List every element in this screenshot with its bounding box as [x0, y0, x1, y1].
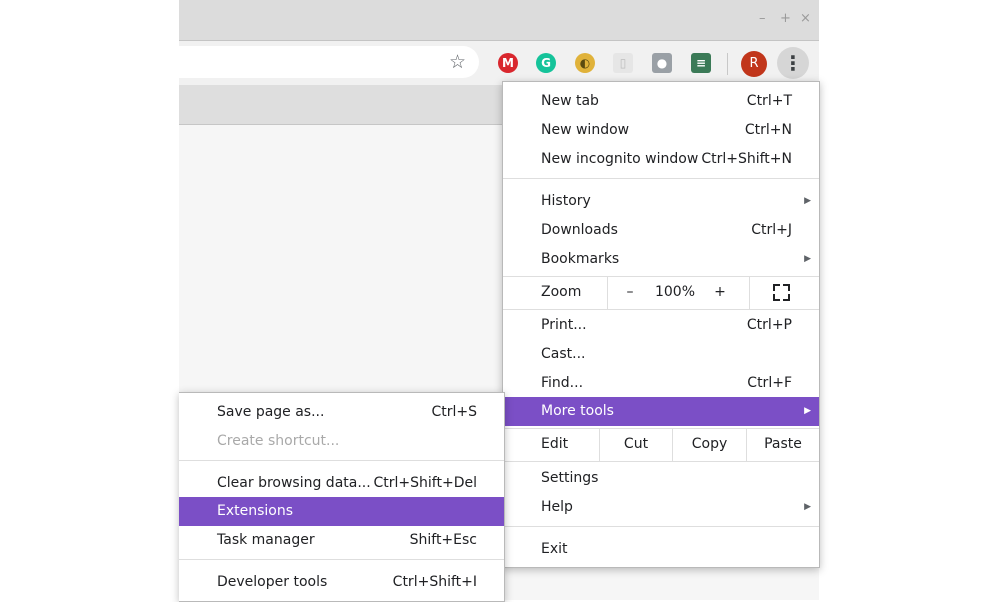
- menu-item-more-tools[interactable]: More tools ▶: [503, 397, 819, 426]
- menu-item-new-incognito[interactable]: New incognito window Ctrl+Shift+N: [503, 145, 819, 174]
- menu-separator: [179, 460, 504, 461]
- avatar[interactable]: R: [741, 51, 767, 77]
- menu-item-shortcut: Ctrl+F: [747, 375, 792, 391]
- menu-item-label: New tab: [541, 93, 599, 109]
- paste-button[interactable]: Paste: [747, 428, 819, 461]
- zoom-level: 100%: [654, 284, 696, 300]
- submenu-item-clear-data[interactable]: Clear browsing data... Ctrl+Shift+Del: [179, 469, 504, 498]
- menu-separator: [179, 559, 504, 560]
- maximize-button[interactable]: +: [780, 10, 791, 28]
- zoom-divider: [749, 276, 750, 309]
- edit-row: Edit Cut Copy Paste: [503, 428, 819, 461]
- menu-separator: [503, 461, 819, 462]
- menu-item-bookmarks[interactable]: Bookmarks ▶: [503, 245, 819, 274]
- menu-item-shortcut: Ctrl+P: [746, 317, 792, 333]
- menu-item-shortcut: Ctrl+T: [746, 93, 792, 109]
- menu-item-cast[interactable]: Cast...: [503, 340, 819, 369]
- submenu-arrow-icon: ▶: [804, 254, 811, 264]
- menu-item-label: Extensions: [217, 503, 294, 519]
- user-extension-icon[interactable]: ●: [652, 53, 672, 73]
- title-bar: – + ×: [179, 0, 819, 41]
- submenu-item-save-page[interactable]: Save page as... Ctrl+S: [179, 398, 504, 427]
- menu-separator: [503, 526, 819, 527]
- menu-item-shortcut: Ctrl+Shift+Del: [373, 475, 477, 491]
- bookmark-star-icon[interactable]: ☆: [449, 49, 466, 75]
- chromecast-extension-icon[interactable]: ◐: [575, 53, 595, 73]
- keep-icon[interactable]: ▯: [613, 53, 633, 73]
- menu-item-shortcut: Ctrl+Shift+I: [392, 574, 477, 590]
- menu-item-shortcut: Ctrl+J: [751, 222, 792, 238]
- menu-item-shortcut: Shift+Esc: [409, 532, 477, 548]
- zoom-divider: [607, 276, 608, 309]
- mega-icon[interactable]: M: [498, 53, 518, 73]
- submenu-item-create-shortcut[interactable]: Create shortcut...: [179, 427, 504, 456]
- submenu-arrow-icon: ▶: [804, 502, 811, 512]
- menu-item-help[interactable]: Help ▶: [503, 493, 819, 522]
- menu-item-label: Find...: [541, 375, 584, 391]
- menu-item-label: Print...: [541, 317, 587, 333]
- menu-item-label: Developer tools: [217, 574, 328, 590]
- menu-item-label: New window: [541, 122, 630, 138]
- chrome-main-menu: New tab Ctrl+T New window Ctrl+N New inc…: [502, 81, 820, 568]
- submenu-item-developer-tools[interactable]: Developer tools Ctrl+Shift+I: [179, 568, 504, 597]
- zoom-row: Zoom – 100% +: [503, 276, 819, 309]
- menu-item-shortcut: Ctrl+N: [744, 122, 792, 138]
- menu-separator: [503, 178, 819, 179]
- menu-item-label: Help: [541, 499, 573, 515]
- zoom-out-button[interactable]: –: [615, 276, 645, 309]
- fullscreen-icon[interactable]: [773, 284, 790, 301]
- menu-item-label: Task manager: [217, 532, 315, 548]
- menu-item-label: Downloads: [541, 222, 618, 238]
- submenu-item-task-manager[interactable]: Task manager Shift+Esc: [179, 526, 504, 555]
- menu-item-exit[interactable]: Exit: [503, 535, 819, 564]
- menu-item-label: New incognito window: [541, 151, 699, 167]
- menu-item-label: Exit: [541, 541, 568, 557]
- edit-label: Edit: [541, 436, 569, 452]
- cut-button[interactable]: Cut: [600, 428, 672, 461]
- menu-separator: [503, 309, 819, 310]
- menu-item-new-tab[interactable]: New tab Ctrl+T: [503, 87, 819, 116]
- zoom-label: Zoom: [541, 284, 582, 300]
- stack-extension-icon[interactable]: ≡: [691, 53, 711, 73]
- more-tools-submenu: Save page as... Ctrl+S Create shortcut..…: [179, 392, 505, 602]
- menu-item-label: Save page as...: [217, 404, 325, 420]
- menu-item-label: Clear browsing data...: [217, 475, 371, 491]
- menu-item-history[interactable]: History ▶: [503, 187, 819, 216]
- menu-kebab-icon[interactable]: ⋮: [777, 47, 809, 79]
- copy-button[interactable]: Copy: [673, 428, 746, 461]
- menu-item-label: Create shortcut...: [217, 433, 340, 449]
- menu-item-label: Settings: [541, 470, 599, 486]
- minimize-button[interactable]: –: [759, 10, 766, 28]
- menu-item-print[interactable]: Print... Ctrl+P: [503, 311, 819, 340]
- address-bar[interactable]: ☆: [179, 46, 479, 78]
- zoom-in-button[interactable]: +: [705, 276, 735, 309]
- toolbar: ☆ M G ◐ ▯ ● ≡ R ⋮: [179, 41, 819, 85]
- submenu-item-extensions[interactable]: Extensions: [179, 497, 504, 526]
- submenu-arrow-icon: ▶: [804, 406, 811, 416]
- submenu-arrow-icon: ▶: [804, 196, 811, 206]
- menu-item-shortcut: Ctrl+Shift+N: [701, 151, 792, 167]
- toolbar-divider: [727, 53, 728, 75]
- close-button[interactable]: ×: [800, 10, 811, 28]
- menu-item-label: Bookmarks: [541, 251, 620, 267]
- menu-item-shortcut: Ctrl+S: [431, 404, 477, 420]
- menu-item-label: Cast...: [541, 346, 586, 362]
- menu-item-find[interactable]: Find... Ctrl+F: [503, 369, 819, 398]
- menu-item-settings[interactable]: Settings: [503, 464, 819, 493]
- menu-item-label: More tools: [541, 403, 614, 419]
- menu-item-new-window[interactable]: New window Ctrl+N: [503, 116, 819, 145]
- menu-item-label: History: [541, 193, 591, 209]
- menu-item-downloads[interactable]: Downloads Ctrl+J: [503, 216, 819, 245]
- grammarly-icon[interactable]: G: [536, 53, 556, 73]
